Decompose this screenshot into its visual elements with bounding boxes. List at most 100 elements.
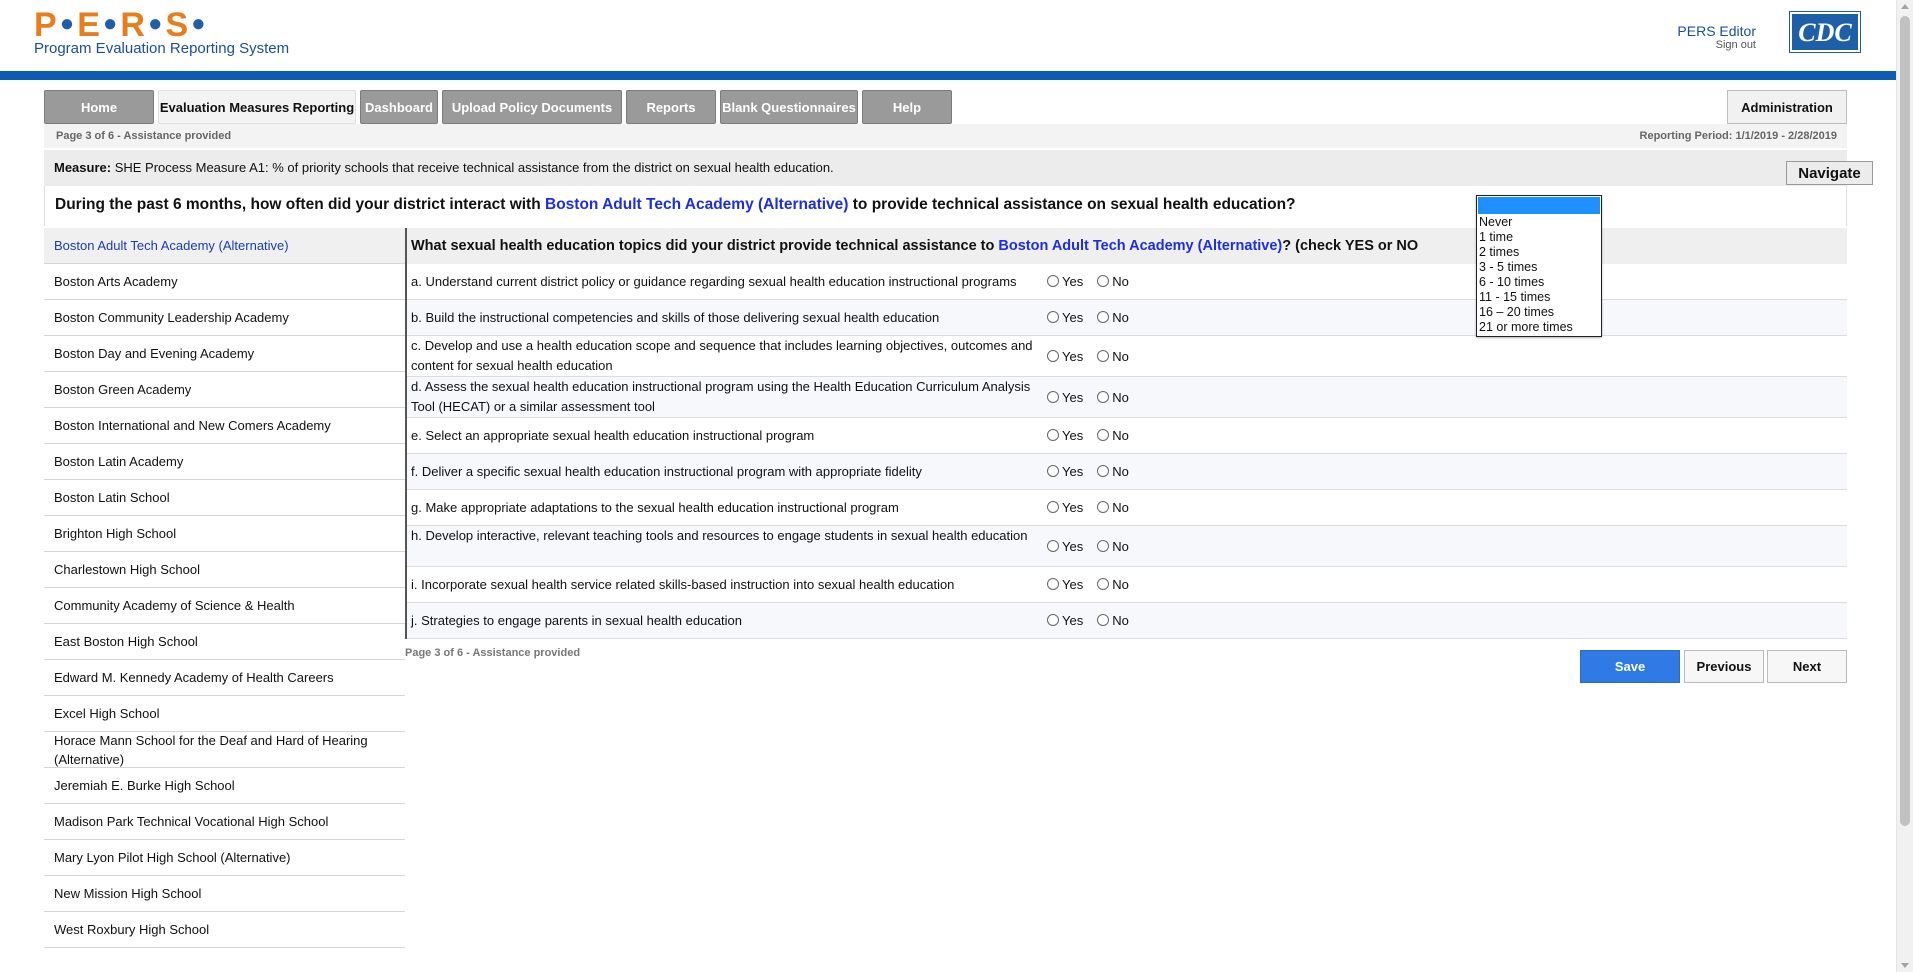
radio-icon[interactable] (1047, 275, 1059, 287)
radio-icon[interactable] (1097, 614, 1110, 626)
topics-suffix: ? (check YES or NO (1282, 238, 1419, 254)
previous-button[interactable]: Previous (1684, 650, 1764, 683)
school-item[interactable]: Jeremiah E. Burke High School (44, 768, 405, 804)
yes-radio[interactable]: Yes (1047, 539, 1083, 554)
school-item[interactable]: Excel High School (44, 696, 405, 732)
no-radio[interactable]: No (1097, 349, 1129, 364)
yes-radio[interactable]: Yes (1047, 500, 1083, 515)
tab-home[interactable]: Home (44, 90, 154, 124)
save-button[interactable]: Save (1580, 650, 1680, 683)
no-radio[interactable]: No (1097, 613, 1129, 628)
table-row: i. Incorporate sexual health service rel… (407, 567, 1847, 603)
no-radio[interactable]: No (1097, 539, 1129, 554)
navigate-button[interactable]: Navigate (1786, 161, 1873, 185)
yes-no-group: Yes No (1047, 539, 1129, 554)
radio-icon[interactable] (1097, 311, 1110, 323)
topic-label: c. Develop and use a health education sc… (411, 338, 1033, 373)
tab-reports[interactable]: Reports (626, 90, 716, 124)
school-item[interactable]: Boston Day and Evening Academy (44, 336, 405, 372)
tab-help[interactable]: Help (862, 90, 952, 124)
yes-radio[interactable]: Yes (1047, 349, 1083, 364)
radio-icon[interactable] (1047, 429, 1059, 441)
school-item-selected[interactable]: Boston Adult Tech Academy (Alternative) (44, 228, 405, 264)
no-radio[interactable]: No (1097, 464, 1129, 479)
school-item[interactable]: Horace Mann School for the Deaf and Hard… (44, 732, 405, 768)
scroll-thumb[interactable] (1900, 16, 1910, 826)
school-item[interactable]: Mary Lyon Pilot High School (Alternative… (44, 840, 405, 876)
yes-radio[interactable]: Yes (1047, 464, 1083, 479)
school-item[interactable]: Brighton High School (44, 516, 405, 552)
cdc-logo[interactable]: CDC (1789, 11, 1861, 53)
yes-radio[interactable]: Yes (1047, 310, 1083, 325)
yes-radio[interactable]: Yes (1047, 613, 1083, 628)
question-prefix: During the past 6 months, how often did … (55, 196, 541, 213)
yes-radio[interactable]: Yes (1047, 274, 1083, 289)
dropdown-option[interactable]: 21 or more times (1477, 320, 1601, 335)
frequency-dropdown[interactable]: Never 1 time 2 times 3 - 5 times 6 - 10 … (1476, 195, 1602, 337)
dropdown-option-blank[interactable] (1478, 197, 1600, 214)
radio-icon[interactable] (1047, 540, 1059, 552)
dropdown-option[interactable]: 3 - 5 times (1477, 260, 1601, 275)
school-item[interactable]: West Roxbury High School (44, 912, 405, 948)
school-item[interactable]: Boston Latin Academy (44, 444, 405, 480)
radio-icon[interactable] (1097, 540, 1110, 552)
radio-icon[interactable] (1047, 578, 1059, 590)
school-item[interactable]: Community Academy of Science & Health (44, 588, 405, 624)
school-item[interactable]: Madison Park Technical Vocational High S… (44, 804, 405, 840)
question-school: Boston Adult Tech Academy (Alternative) (545, 196, 849, 213)
yes-radio[interactable]: Yes (1047, 390, 1083, 405)
administration-button[interactable]: Administration (1727, 90, 1847, 124)
table-row: d. Assess the sexual health education in… (407, 377, 1847, 418)
dropdown-option[interactable]: 11 - 15 times (1477, 290, 1601, 305)
school-item[interactable]: Boston Community Leadership Academy (44, 300, 405, 336)
scroll-down-icon[interactable] (1901, 963, 1909, 968)
tab-evaluation-measures-reporting[interactable]: Evaluation Measures Reporting (158, 90, 356, 124)
tab-blank-questionnaires[interactable]: Blank Questionnaires (720, 90, 858, 124)
radio-icon[interactable] (1047, 614, 1059, 626)
school-item[interactable]: Boston Arts Academy (44, 264, 405, 300)
dropdown-option[interactable]: 1 time (1477, 230, 1601, 245)
dropdown-option[interactable]: 6 - 10 times (1477, 275, 1601, 290)
no-radio[interactable]: No (1097, 274, 1129, 289)
yes-no-group: Yes No (1047, 577, 1129, 592)
yes-label: Yes (1062, 500, 1084, 515)
radio-icon[interactable] (1047, 465, 1059, 477)
no-radio[interactable]: No (1097, 577, 1129, 592)
school-item[interactable]: New Mission High School (44, 876, 405, 912)
page-scrollbar[interactable] (1896, 0, 1913, 972)
school-item[interactable]: Boston International and New Comers Acad… (44, 408, 405, 444)
dropdown-option[interactable]: 16 – 20 times (1477, 305, 1601, 320)
radio-icon[interactable] (1097, 350, 1110, 362)
no-radio[interactable]: No (1097, 500, 1129, 515)
dropdown-option[interactable]: 2 times (1477, 245, 1601, 260)
tab-upload-policy-documents[interactable]: Upload Policy Documents (442, 90, 622, 124)
no-radio[interactable]: No (1097, 390, 1129, 405)
tab-dashboard[interactable]: Dashboard (360, 90, 438, 124)
page-info-bar: Page 3 of 6 - Assistance provided Report… (44, 124, 1847, 148)
school-item[interactable]: Boston Green Academy (44, 372, 405, 408)
radio-icon[interactable] (1047, 311, 1059, 323)
radio-icon[interactable] (1097, 465, 1110, 477)
table-row: j. Strategies to engage parents in sexua… (407, 603, 1847, 639)
no-radio[interactable]: No (1097, 310, 1129, 325)
radio-icon[interactable] (1047, 391, 1059, 403)
dropdown-option[interactable]: Never (1477, 215, 1601, 230)
radio-icon[interactable] (1047, 501, 1059, 513)
school-item[interactable]: East Boston High School (44, 624, 405, 660)
radio-icon[interactable] (1097, 578, 1110, 590)
radio-icon[interactable] (1097, 501, 1110, 513)
sign-out-link[interactable]: Sign out (1716, 39, 1756, 51)
no-radio[interactable]: No (1097, 428, 1129, 443)
yes-radio[interactable]: Yes (1047, 428, 1083, 443)
scroll-up-icon[interactable] (1901, 4, 1909, 9)
school-item[interactable]: Charlestown High School (44, 552, 405, 588)
next-button[interactable]: Next (1767, 650, 1847, 683)
radio-icon[interactable] (1097, 275, 1110, 287)
school-item[interactable]: Boston Latin School (44, 480, 405, 516)
radio-icon[interactable] (1097, 391, 1110, 403)
radio-icon[interactable] (1097, 429, 1110, 441)
yes-radio[interactable]: Yes (1047, 577, 1083, 592)
radio-icon[interactable] (1047, 350, 1059, 362)
no-label: No (1112, 428, 1129, 443)
school-item[interactable]: Edward M. Kennedy Academy of Health Care… (44, 660, 405, 696)
